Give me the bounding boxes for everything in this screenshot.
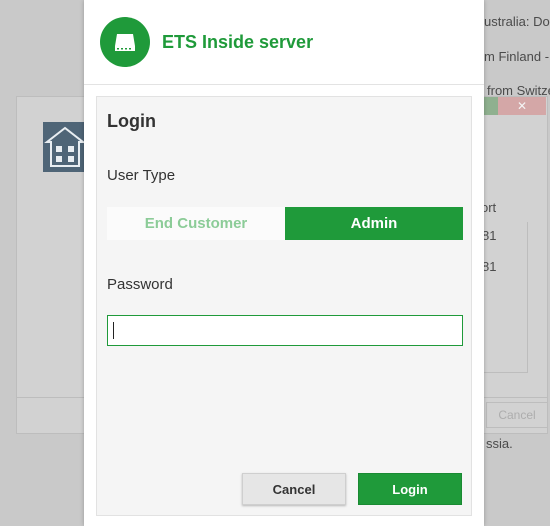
bg-table-cell-1: 81 <box>482 228 497 243</box>
login-panel: Login User Type End Customer Admin Passw… <box>96 96 472 516</box>
user-type-toggle: End Customer Admin <box>107 207 463 240</box>
login-button[interactable]: Login <box>358 473 462 505</box>
server-drive-icon <box>100 17 150 67</box>
bg-text-finland: m Finland - <box>484 49 550 64</box>
password-input[interactable] <box>107 315 463 346</box>
login-heading: Login <box>107 111 156 131</box>
close-icon: ✕ <box>516 99 528 113</box>
password-label: Password <box>107 276 173 293</box>
text-caret <box>113 322 114 339</box>
bg-text-australia: ustralia: Dor <box>484 14 550 29</box>
bg-table-cell-2: 81 <box>482 259 497 274</box>
user-type-option-admin[interactable]: Admin <box>285 207 463 240</box>
background-cancel-button: Cancel <box>486 402 548 428</box>
bg-text-russia: ssia. <box>486 436 513 451</box>
cancel-button[interactable]: Cancel <box>242 473 346 505</box>
dialog-header: ETS Inside server <box>84 0 484 85</box>
app-title: ETS Inside server <box>162 32 314 52</box>
building-icon <box>43 122 87 172</box>
user-type-label: User Type <box>107 167 176 184</box>
background-close-button: ✕ <box>498 97 546 115</box>
user-type-option-end-customer[interactable]: End Customer <box>107 207 285 240</box>
login-dialog: ETS Inside server Login User Type End Cu… <box>84 0 484 526</box>
